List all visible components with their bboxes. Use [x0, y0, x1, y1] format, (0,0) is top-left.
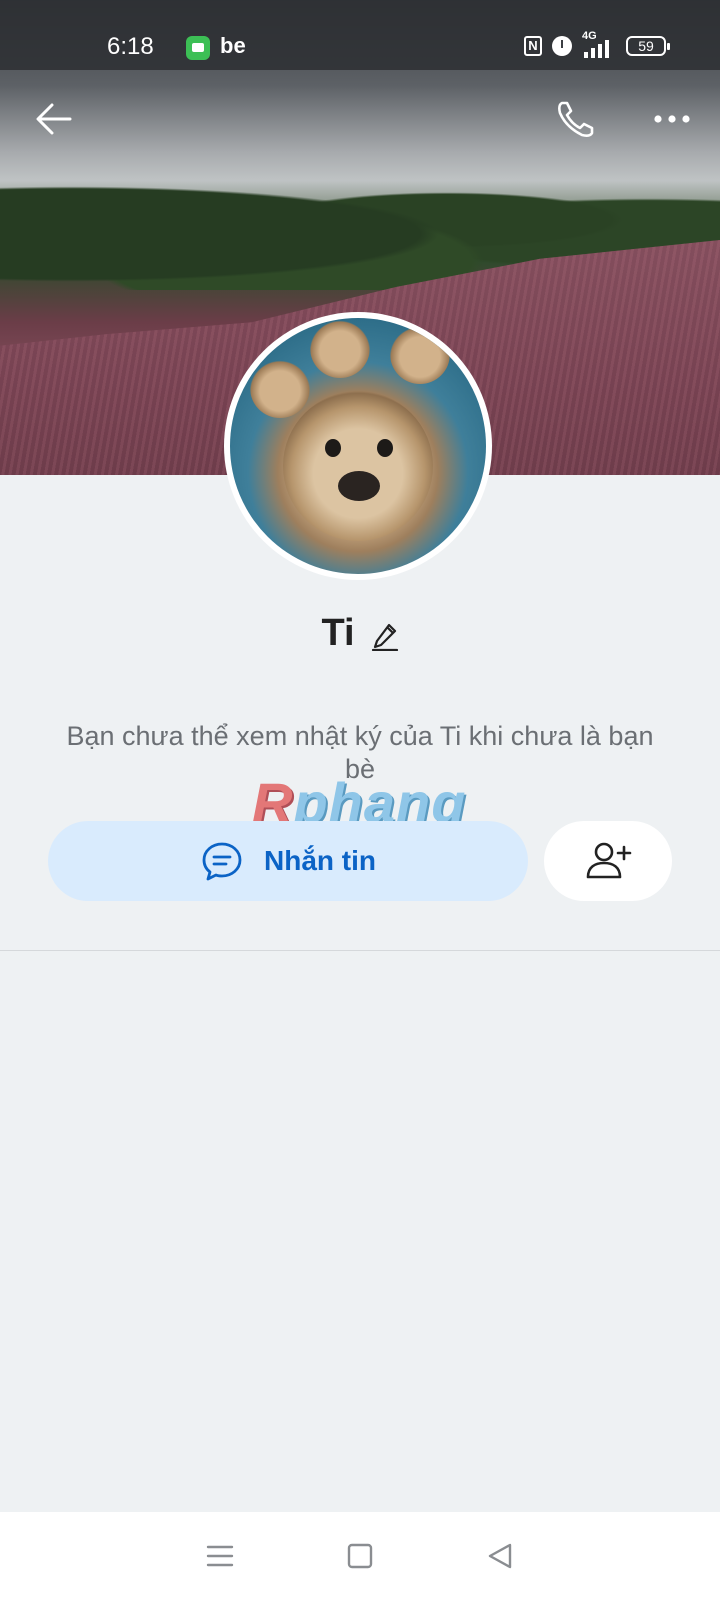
- section-divider: [0, 950, 720, 951]
- otter-small-top: [310, 318, 370, 378]
- avatar[interactable]: [224, 312, 492, 580]
- status-bar: 6:18 be N 4G 59: [0, 0, 720, 70]
- back-button[interactable]: [32, 95, 80, 143]
- add-friend-button[interactable]: [544, 821, 672, 901]
- back-triangle-icon: [488, 1543, 512, 1569]
- be-icon: be: [220, 33, 246, 58]
- signal-icon: [584, 40, 609, 58]
- nav-menu-button[interactable]: [200, 1536, 240, 1576]
- status-indicators: N 4G 59: [524, 30, 670, 58]
- avatar-image: [230, 318, 486, 574]
- chat-bubble-icon: [202, 842, 242, 881]
- otter-eye-right: [377, 439, 393, 458]
- name-row: Ti: [0, 612, 720, 655]
- battery-icon: 59: [626, 36, 670, 56]
- add-friend-icon: [586, 842, 632, 879]
- back-arrow-icon: [36, 103, 72, 135]
- home-square-icon: [347, 1543, 373, 1569]
- otter-nose: [338, 471, 380, 502]
- otter-small-right: [390, 324, 450, 384]
- status-time: 6:18: [107, 33, 154, 60]
- call-button[interactable]: [552, 95, 600, 143]
- otter-eye-left: [325, 439, 341, 458]
- more-dots-icon: [654, 115, 690, 123]
- messages-icon: [186, 36, 210, 60]
- nfc-icon: N: [524, 36, 542, 56]
- message-button-label: Nhắn tin: [264, 845, 376, 876]
- signal-indicator: 4G: [582, 30, 616, 58]
- system-nav-bar: [0, 1512, 720, 1600]
- nav-back-button[interactable]: [480, 1536, 520, 1576]
- profile-name: Ti: [321, 612, 355, 654]
- menu-icon: [206, 1545, 234, 1567]
- message-button[interactable]: Nhắn tin: [48, 821, 528, 901]
- otter-small-left: [250, 358, 310, 418]
- alarm-icon: [552, 36, 572, 56]
- edit-pencil-icon[interactable]: [369, 617, 399, 651]
- more-button[interactable]: [648, 95, 696, 143]
- otter-face: [283, 391, 433, 542]
- nav-home-button[interactable]: [340, 1536, 380, 1576]
- phone-icon: [558, 101, 594, 137]
